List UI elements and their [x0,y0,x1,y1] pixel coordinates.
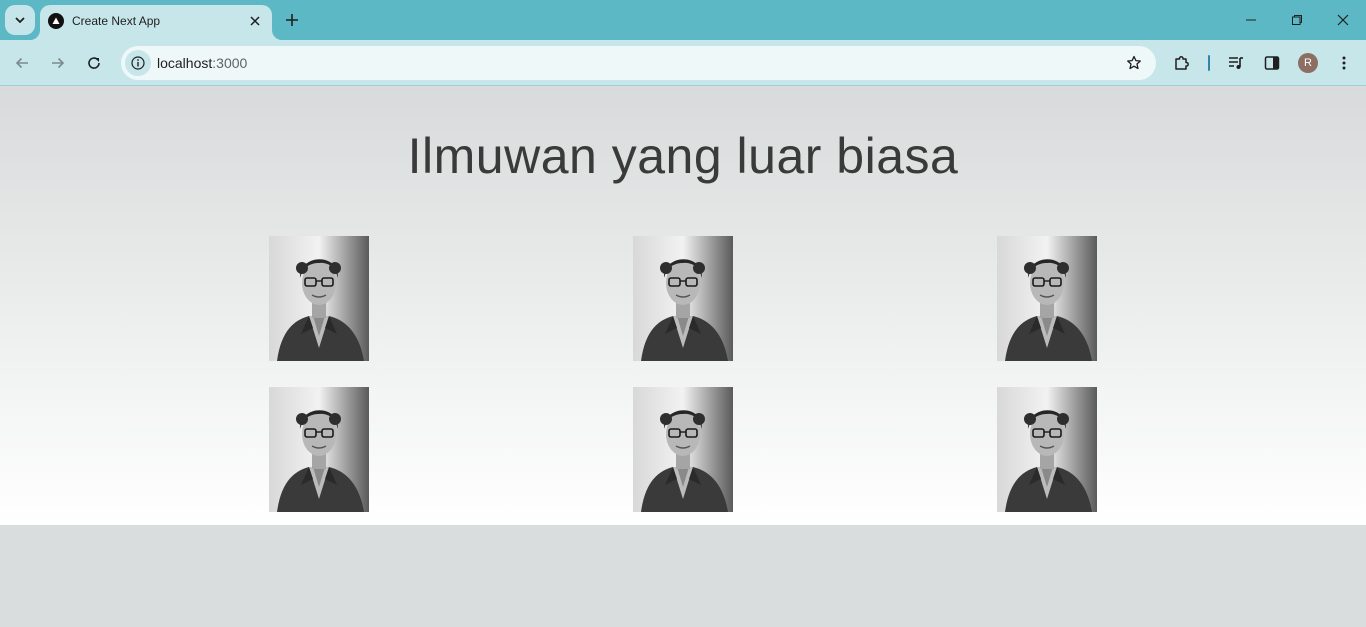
page-viewport: Ilmuwan yang luar biasa [0,87,1366,627]
chevron-down-icon [15,17,25,24]
restore-icon [1292,15,1302,25]
scientist-photo [269,387,369,512]
reload-button[interactable] [80,49,108,77]
side-panel-button[interactable] [1260,51,1284,75]
extensions-button[interactable] [1170,51,1194,75]
arrow-right-icon [52,57,65,69]
tab-close-button[interactable] [246,12,264,30]
url-host: localhost [157,55,213,71]
kebab-menu-icon [1342,56,1346,70]
arrow-left-icon [15,57,28,69]
back-button[interactable] [8,49,36,77]
toolbar-separator [1208,55,1210,71]
minimize-icon [1246,19,1256,21]
active-tab[interactable]: Create Next App [40,5,272,40]
new-tab-button[interactable] [281,9,303,31]
page-heading: Ilmuwan yang luar biasa [407,128,959,184]
scientist-photo [633,387,733,512]
profile-avatar[interactable]: R [1298,53,1318,73]
reload-icon [88,57,100,69]
media-controls-button[interactable] [1224,51,1248,75]
tab-strip: Create Next App [0,0,1366,40]
window-controls [1228,0,1366,40]
close-icon [250,16,260,26]
page-body: Ilmuwan yang luar biasa [0,87,1366,525]
portrait-illustration [633,387,733,512]
site-info-button[interactable] [125,50,151,76]
url-port: :3000 [212,55,248,71]
address-bar[interactable]: localhost:3000 [121,46,1156,80]
close-window-button[interactable] [1320,0,1366,40]
star-icon [1127,55,1141,70]
portrait-illustration [997,236,1097,361]
scientist-photo [269,236,369,361]
restore-button[interactable] [1274,0,1320,40]
scientist-photo [997,387,1097,512]
forward-button[interactable] [44,49,72,77]
puzzle-icon [1175,56,1189,70]
nextjs-favicon-icon [48,13,64,29]
side-panel-icon [1264,56,1280,70]
minimize-button[interactable] [1228,0,1274,40]
portrait-illustration [633,236,733,361]
scientist-photo [997,236,1097,361]
portrait-illustration [997,387,1097,512]
scientist-photo [633,236,733,361]
info-icon [131,56,145,70]
portrait-illustration [269,387,369,512]
playlist-music-icon [1229,57,1243,69]
bookmark-button[interactable] [1124,53,1144,73]
plus-icon [286,14,298,26]
tab-title: Create Next App [72,14,161,28]
url-text[interactable]: localhost:3000 [157,55,247,71]
browser-menu-button[interactable] [1332,51,1356,75]
close-icon [1337,14,1349,26]
portrait-illustration [269,236,369,361]
browser-toolbar: localhost:3000 R [0,40,1366,86]
